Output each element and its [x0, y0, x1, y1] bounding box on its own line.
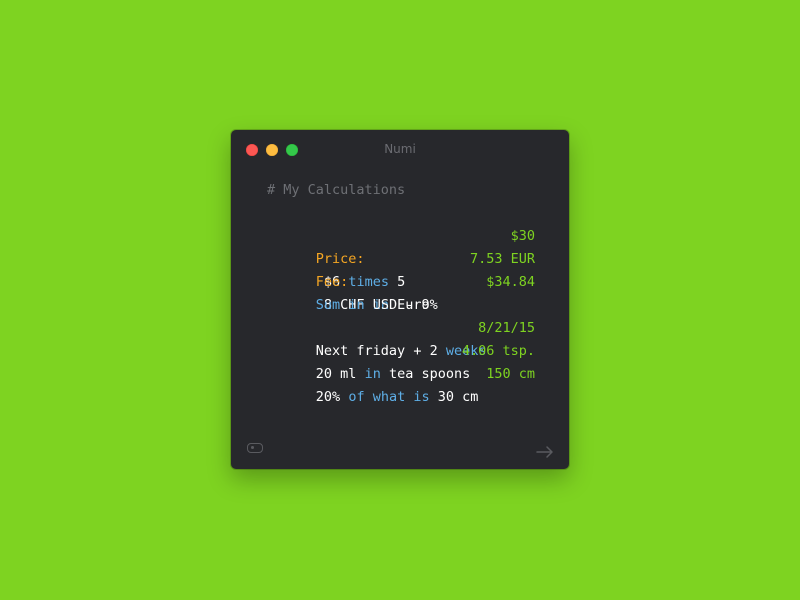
keyword-token: Sum	[315, 297, 341, 313]
expression-token: 20%	[315, 389, 341, 405]
calculation-line-fee[interactable]: Fee: 8 CHF in Euro 7.53 EUR	[267, 248, 535, 313]
result-value: 7.53 EUR	[469, 251, 535, 267]
comment-line: # My Calculations	[267, 182, 406, 198]
keyword-token: of what is	[348, 389, 430, 405]
keyword-token: in	[348, 297, 365, 313]
result-value: 8/21/15	[478, 320, 535, 336]
calculation-editor[interactable]: # My Calculations Price: $6 times 5 $30 …	[267, 179, 535, 405]
window-title: Numi	[384, 142, 416, 156]
result-value: 150 cm	[486, 366, 535, 382]
numi-window: Numi # My Calculations Price: $6 times 5…	[231, 130, 569, 469]
result-value: $30	[510, 228, 535, 244]
toggle-icon[interactable]	[247, 443, 263, 453]
expression-token: USD - 9%	[372, 297, 438, 313]
calculation-line-price[interactable]: Price: $6 times 5 $30	[267, 225, 535, 290]
expression-token: 30 cm	[437, 389, 479, 405]
calculation-line-sum[interactable]: Sum in USD - 9% $34.84	[267, 271, 535, 313]
calculation-line-date[interactable]: Next friday + 2 weeks 8/21/15	[267, 317, 535, 359]
title-bar: Numi	[231, 130, 569, 168]
arrow-right-icon[interactable]	[535, 445, 555, 459]
calculation-line-percentage[interactable]: 20% of what is 30 cm 150 cm	[267, 363, 535, 405]
calculation-line-volume[interactable]: 20 ml in tea spoons 4.06 tsp.	[267, 340, 535, 382]
result-value: 4.06 tsp.	[461, 343, 535, 359]
result-value: $34.84	[486, 274, 535, 290]
